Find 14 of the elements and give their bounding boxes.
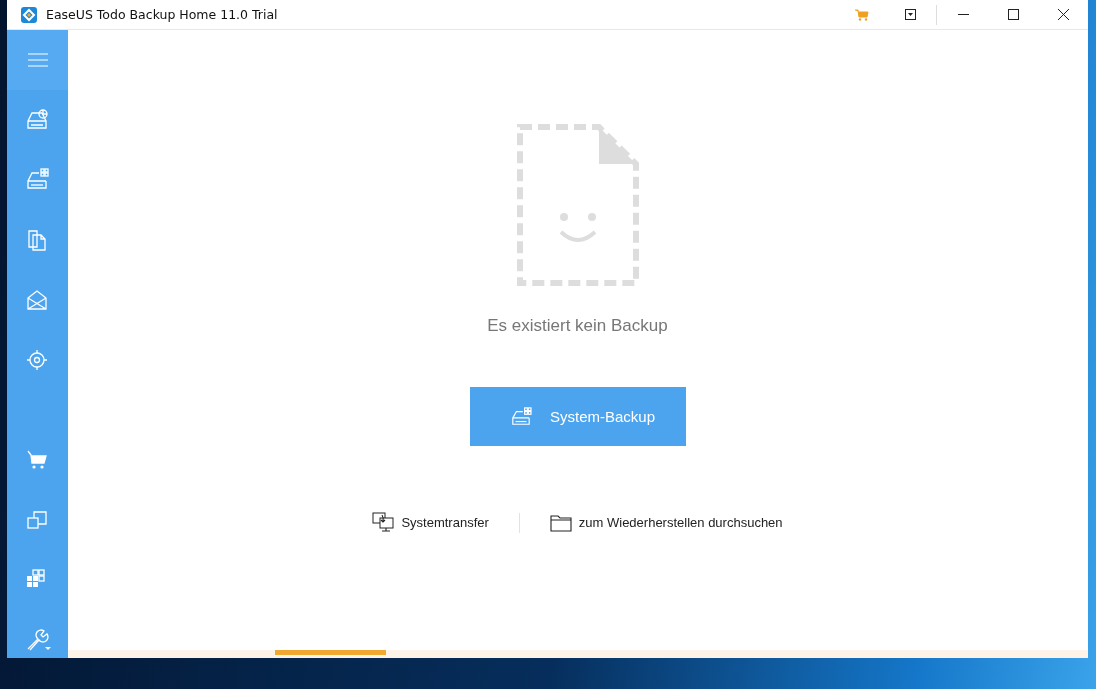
close-icon (1057, 9, 1069, 20)
link-button[interactable]: Systemtransfer (372, 512, 489, 533)
maximize-icon (1007, 9, 1019, 20)
window-title: EaseUS Todo Backup Home 11.0 Trial (46, 7, 278, 22)
folder-icon (549, 512, 573, 533)
menu-icon (27, 53, 48, 67)
dropdown-icon (905, 9, 916, 20)
menu-button[interactable] (7, 30, 68, 90)
app-logo-icon (21, 6, 37, 23)
cart-icon (854, 8, 869, 21)
link-button[interactable]: zum Wiederherstellen durchsuchen (549, 512, 783, 533)
monitors-icon (372, 512, 396, 533)
disk-icon (509, 406, 532, 427)
empty-message: Es existiert kein Backup (487, 316, 668, 336)
